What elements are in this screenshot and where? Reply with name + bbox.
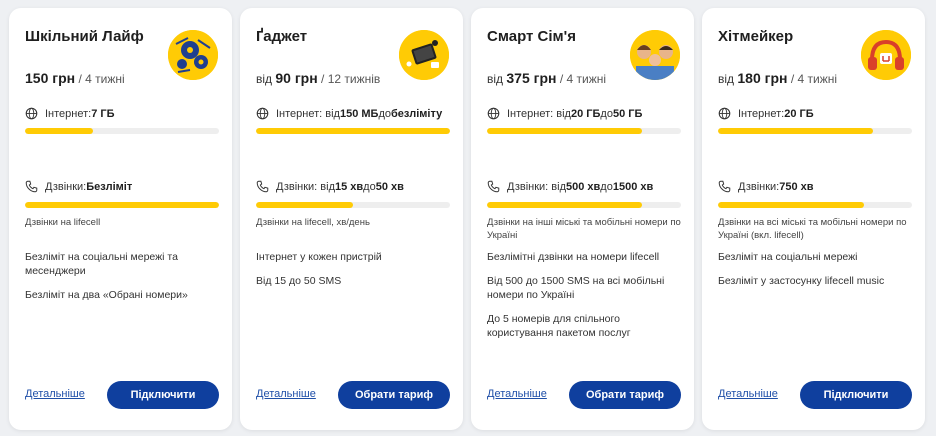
- globe-icon: [718, 107, 731, 120]
- school-life-avatar-icon: [168, 30, 218, 80]
- price-amount: 90 грн: [275, 70, 318, 86]
- internet-value: 150 МБ: [339, 107, 379, 120]
- feature-item: Безлімітні дзвінки на номери lifecell: [487, 251, 660, 263]
- calls-label: Дзвінки:: [45, 180, 87, 193]
- internet-value-max: 50 ГБ: [612, 107, 643, 120]
- internet-label: Інтернет:: [45, 107, 92, 120]
- internet-label: Інтернет:: [738, 107, 785, 120]
- feature-list: Інтернет у кожен пристрій Від 15 до 50 S…: [256, 250, 452, 298]
- price-period: / 4 тижні: [559, 72, 607, 86]
- tariff-title: Шкільний Лайф: [25, 28, 144, 45]
- connect-button[interactable]: Підключити: [107, 381, 219, 409]
- internet-progress-bar: [718, 128, 912, 134]
- feature-item: Безліміт на два «Обрані номери»: [25, 289, 188, 301]
- globe-icon: [25, 107, 38, 120]
- calls-value-max: 50 хв: [375, 180, 404, 193]
- price-amount: 150 грн: [25, 70, 76, 86]
- calls-progress-bar: [718, 202, 912, 208]
- calls-progress-bar: [25, 202, 219, 208]
- internet-label: Інтернет: від: [276, 107, 340, 120]
- internet-label: Інтернет: від: [507, 107, 571, 120]
- phone-icon: [487, 180, 500, 193]
- internet-value-max: безліміту: [391, 107, 443, 120]
- internet-progress-bar: [256, 128, 450, 134]
- calls-label: Дзвінки: від: [276, 180, 335, 193]
- tariff-price: від 375 грн / 4 тижні: [487, 70, 607, 86]
- internet-row: Інтернет: від 150 МБ до безліміту: [256, 107, 442, 120]
- internet-row: Інтернет: від 20 ГБ до 50 ГБ: [487, 107, 642, 120]
- tariff-card-gadget: Ґаджет від 90 грн / 12 тижнів Інтернет: …: [240, 8, 463, 430]
- calls-progress-bar: [256, 202, 450, 208]
- internet-value: 20 ГБ: [784, 107, 814, 120]
- calls-note: Дзвінки на інші міські та мобільні номер…: [487, 217, 681, 241]
- tariff-card-hitmaker: Хітмейкер від 180 грн / 4 тижні Інтернет…: [702, 8, 925, 430]
- price-amount: 375 грн: [506, 70, 557, 86]
- internet-row: Інтернет: 20 ГБ: [718, 107, 814, 120]
- connect-button[interactable]: Підключити: [800, 381, 912, 409]
- internet-progress-bar: [25, 128, 219, 134]
- calls-note: Дзвінки на всі міські та мобільні номери…: [718, 217, 907, 241]
- feature-item: Від 15 до 50 SMS: [256, 275, 342, 287]
- price-period: / 4 тижні: [78, 72, 125, 86]
- details-link[interactable]: Детальніше: [25, 388, 85, 400]
- tariff-price: від 180 грн / 4 тижні: [718, 70, 838, 86]
- price-period: / 4 тижні: [790, 72, 838, 86]
- tariff-title: Хітмейкер: [718, 28, 794, 45]
- feature-item: До 5 номерів для спільного користування …: [487, 313, 631, 339]
- internet-value: 20 ГБ: [570, 107, 601, 120]
- calls-value: 500 хв: [566, 180, 601, 193]
- feature-item: Безліміт на соціальні мережі: [718, 251, 858, 263]
- globe-icon: [487, 107, 500, 120]
- internet-row: Інтернет: 7 ГБ: [25, 107, 115, 120]
- internet-progress-bar: [487, 128, 681, 134]
- calls-row: Дзвінки: від 500 хв до 1500 хв: [487, 180, 653, 193]
- headphones-avatar-icon: [861, 30, 911, 80]
- calls-value-max: 1500 хв: [612, 180, 654, 193]
- details-link[interactable]: Детальніше: [256, 388, 316, 400]
- family-avatar-icon: [630, 30, 680, 80]
- calls-row: Дзвінки: від 15 хв до 50 хв: [256, 180, 404, 193]
- globe-icon: [256, 107, 269, 120]
- price-amount: 180 грн: [737, 70, 788, 86]
- feature-item: Інтернет у кожен пристрій: [256, 251, 382, 263]
- internet-value: 7 ГБ: [91, 107, 115, 120]
- tariff-price: 150 грн / 4 тижні: [25, 70, 125, 86]
- choose-tariff-button[interactable]: Обрати тариф: [569, 381, 681, 409]
- calls-value: Безліміт: [86, 180, 133, 193]
- tariff-cards: Шкільний Лайф 150 грн / 4 тижні Інтернет…: [0, 0, 936, 436]
- calls-note: Дзвінки на lifecell: [25, 217, 101, 228]
- calls-value: 750 хв: [779, 180, 814, 193]
- details-link[interactable]: Детальніше: [718, 388, 778, 400]
- calls-row: Дзвінки: 750 хв: [718, 180, 814, 193]
- phone-icon: [256, 180, 269, 193]
- calls-value: 15 хв: [335, 180, 364, 193]
- feature-item: Від 500 до 1500 SMS на всі мобільні номе…: [487, 275, 665, 301]
- details-link[interactable]: Детальніше: [487, 388, 547, 400]
- phone-icon: [718, 180, 731, 193]
- tariff-card-school-life: Шкільний Лайф 150 грн / 4 тижні Інтернет…: [9, 8, 232, 430]
- tariff-title: Ґаджет: [256, 28, 308, 45]
- calls-label: Дзвінки:: [738, 180, 780, 193]
- phone-icon: [25, 180, 38, 193]
- calls-progress-bar: [487, 202, 681, 208]
- feature-list: Безліміт на соціальні мережі Безліміт у …: [718, 250, 914, 298]
- calls-note: Дзвінки на lifecell, хв/день: [256, 217, 370, 228]
- calls-row: Дзвінки: Безліміт: [25, 180, 132, 193]
- calls-label: Дзвінки: від: [507, 180, 566, 193]
- tariff-card-smart-family: Смарт Сім'я від 375 грн / 4 тижні Інтерн…: [471, 8, 694, 430]
- gadget-avatar-icon: [399, 30, 449, 80]
- feature-list: Безлімітні дзвінки на номери lifecell Ві…: [487, 250, 683, 350]
- choose-tariff-button[interactable]: Обрати тариф: [338, 381, 450, 409]
- price-period: / 12 тижнів: [321, 72, 381, 86]
- feature-item: Безліміт на соціальні мережі та месендже…: [25, 251, 178, 277]
- feature-list: Безліміт на соціальні мережі та месендже…: [25, 250, 221, 312]
- tariff-price: від 90 грн / 12 тижнів: [256, 70, 381, 86]
- feature-item: Безліміт у застосунку lifecell music: [718, 275, 885, 287]
- tariff-title: Смарт Сім'я: [487, 28, 576, 45]
